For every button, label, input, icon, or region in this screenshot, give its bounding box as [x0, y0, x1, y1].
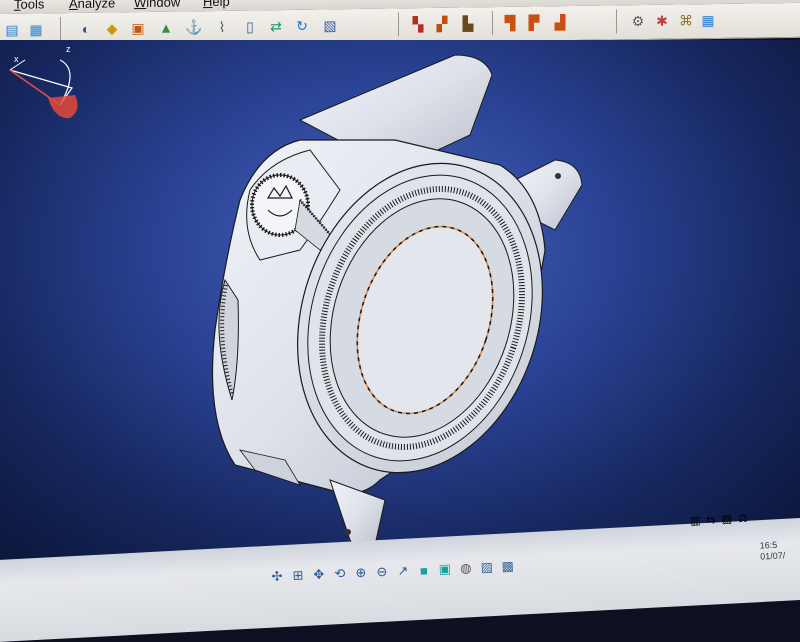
lug-screw-hole	[555, 173, 561, 179]
menu-tools[interactable]: Tools	[14, 0, 44, 12]
fit-all-icon[interactable]: ⊞	[289, 566, 308, 585]
thread-icon[interactable]: ⌘	[676, 10, 696, 30]
toolbar-separator	[60, 17, 61, 42]
rib-icon[interactable]: ▛	[524, 12, 544, 32]
clock-date: 01/07/	[760, 550, 786, 562]
paperclip-icon[interactable]: ⌇	[212, 17, 232, 37]
measure-icon[interactable]: ▦	[698, 10, 718, 30]
fill-icon[interactable]: ▲	[156, 18, 176, 38]
gear-tool-icon[interactable]: ⚙	[628, 11, 648, 31]
iso-view-icon[interactable]: ■	[414, 561, 433, 580]
dress-up-icon[interactable]: ✱	[652, 11, 672, 31]
zoom-in-icon[interactable]: ⊕	[352, 564, 371, 583]
part-design-icon[interactable]: ▦	[26, 19, 46, 39]
swap-icon[interactable]: ⇄	[266, 16, 286, 36]
menu-analyze[interactable]: Analyze	[69, 0, 115, 11]
zoom-out-icon[interactable]: ⊖	[373, 563, 392, 582]
sketcher-icon[interactable]: ▤	[2, 20, 22, 40]
generative-shape-icon[interactable]: ◆	[102, 18, 122, 38]
pocket-icon[interactable]: ▞	[432, 14, 452, 34]
compass-z-label: z	[66, 44, 71, 54]
swap-visible-icon[interactable]: ▩	[498, 557, 517, 576]
pad-icon[interactable]: ▚	[408, 14, 428, 34]
normal-view-icon[interactable]: ↗	[393, 562, 412, 581]
scale-icon[interactable]: ⚖	[738, 511, 748, 525]
hide-show-icon[interactable]: ▨	[477, 558, 496, 577]
rotate-arrows-icon[interactable]: ↻	[292, 16, 312, 36]
shaft-icon[interactable]: ▙	[458, 13, 478, 33]
cube-icon[interactable]: ▣	[128, 18, 148, 38]
view-mode-icon[interactable]: ▣	[435, 560, 454, 579]
sketch-plane-icon[interactable]: ▧	[320, 15, 340, 35]
menu-help[interactable]: Help	[203, 0, 230, 9]
toolbar-separator	[616, 9, 617, 34]
layer-icon[interactable]: ▥	[690, 514, 701, 528]
hole-icon[interactable]: ▜	[500, 13, 520, 33]
menu-window[interactable]: Window	[134, 0, 180, 10]
system-clock: 16:5 01/07/	[759, 539, 785, 562]
apply-material-icon[interactable]: ◐	[76, 19, 96, 39]
shading-icon[interactable]: ◍	[456, 559, 475, 578]
compass-widget[interactable]: x z	[0, 40, 90, 130]
document-icon[interactable]: ▯	[240, 16, 260, 36]
bottom-lug	[329, 479, 386, 550]
swap-layout-icon[interactable]: ⇆	[706, 513, 716, 526]
3d-viewport[interactable]: x z	[0, 40, 800, 560]
compass-x-label: x	[14, 54, 19, 64]
anchor-icon[interactable]: ⚓	[184, 17, 204, 37]
pan-icon[interactable]: ✥	[310, 565, 329, 584]
fly-mode-icon[interactable]: ✣	[268, 567, 287, 586]
palette-icon[interactable]: ▨	[721, 512, 732, 526]
slot-icon[interactable]: ▟	[550, 12, 570, 32]
rotate-view-icon[interactable]: ⟲	[331, 564, 350, 583]
watch-case-model[interactable]	[0, 40, 800, 560]
toolbar-separator	[398, 12, 399, 37]
toolbar-separator	[492, 11, 493, 36]
